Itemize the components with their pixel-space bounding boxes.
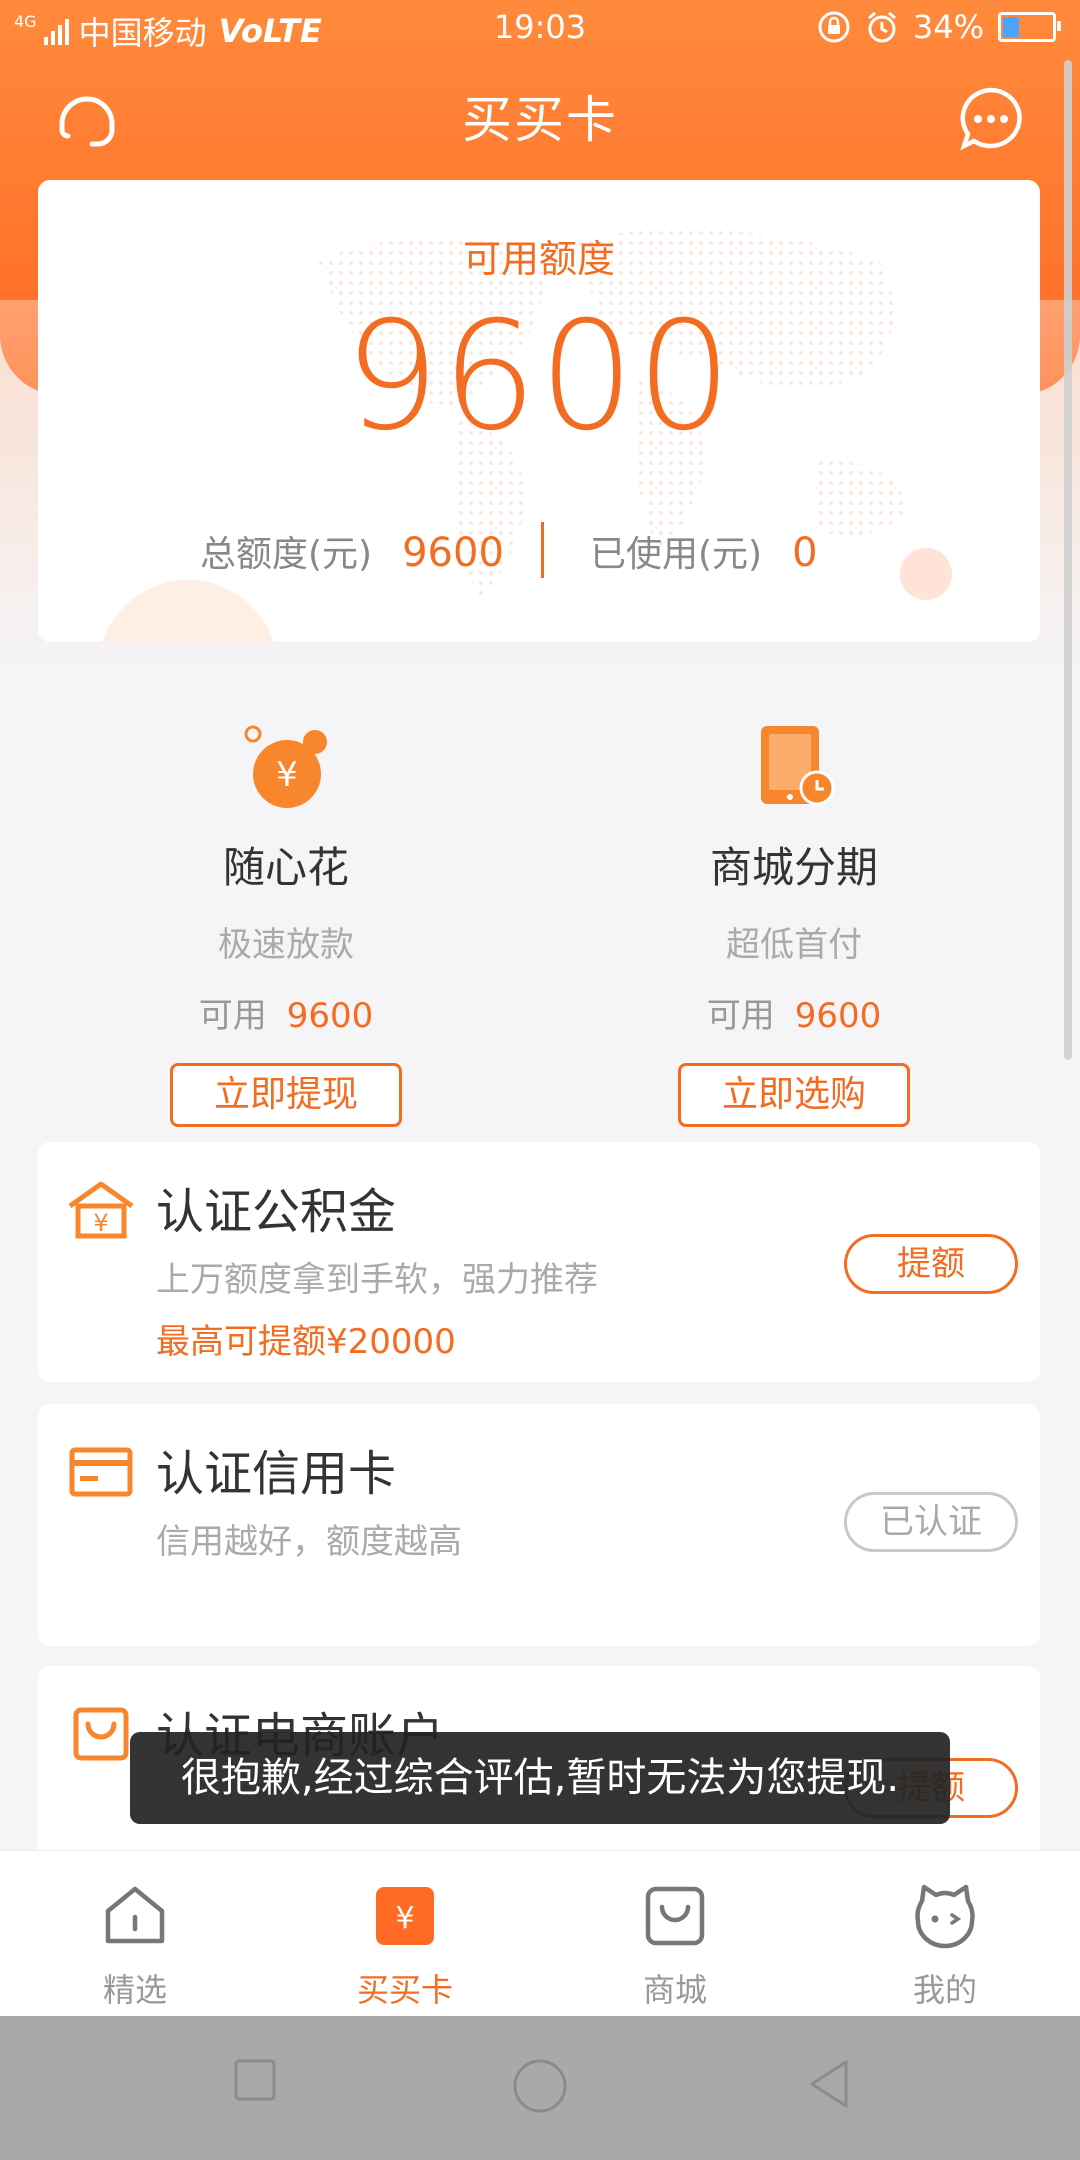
svg-text:¥: ¥ xyxy=(276,755,298,795)
available-label: 可用 xyxy=(198,996,267,1036)
raise-limit-button[interactable]: 提额 xyxy=(844,1234,1018,1294)
card-subtitle: 信用越好，额度越高 xyxy=(156,1522,462,1562)
toast-message: 很抱歉,经过综合评估,暂时无法为您提现. xyxy=(130,1732,950,1824)
shopping-bag-icon xyxy=(73,1707,129,1761)
tab-mall[interactable]: 商城 xyxy=(540,1881,810,2011)
decorative-circle xyxy=(900,548,952,600)
verified-button[interactable]: 已认证 xyxy=(844,1492,1018,1552)
card-yuan-icon: ¥ xyxy=(376,1887,434,1945)
tab-label: 我的 xyxy=(912,1971,977,2009)
used-credit-label: 已使用(元) xyxy=(590,534,763,575)
available-credit-amount: 9600 xyxy=(344,290,734,464)
card-highlight: 最高可提额¥20000 xyxy=(156,1322,456,1362)
page-title: 买买卡 xyxy=(462,91,618,149)
house-yuan-icon: ¥ xyxy=(68,1181,134,1239)
system-navigation-bar xyxy=(0,2016,1080,2160)
credit-card-icon xyxy=(69,1447,133,1497)
battery-percent: 34% xyxy=(912,8,984,46)
back-icon[interactable] xyxy=(806,2058,852,2110)
available-value: 9600 xyxy=(286,996,374,1036)
product-name: 随心花 xyxy=(222,843,349,892)
recent-apps-icon[interactable] xyxy=(233,2058,277,2102)
scrollbar[interactable] xyxy=(1064,60,1072,1060)
decorative-circle xyxy=(98,580,278,642)
card-title: 认证公积金 xyxy=(156,1184,397,1240)
product-suixinhua: ¥ 随心花 极速放款 可用 9600 立即提现 xyxy=(36,722,536,1127)
tab-label: 商城 xyxy=(642,1971,707,2009)
product-name: 商城分期 xyxy=(709,843,878,892)
tab-mine[interactable]: 我的 xyxy=(810,1881,1080,2011)
tablet-clock-icon xyxy=(761,726,835,806)
status-bar: 4G 中国移动 VoLTE 19:03 34% xyxy=(0,0,1080,56)
home-icon xyxy=(105,1886,165,1944)
total-credit-label: 总额度(元) xyxy=(200,534,373,575)
withdraw-now-button[interactable]: 立即提现 xyxy=(170,1063,402,1127)
svg-text:¥: ¥ xyxy=(395,1901,414,1936)
alarm-icon xyxy=(867,11,896,43)
total-credit: 总额度(元) 9600 xyxy=(200,525,504,577)
svg-text:¥: ¥ xyxy=(93,1209,108,1237)
card-subtitle: 上万额度拿到手软，强力推荐 xyxy=(156,1260,598,1300)
used-credit: 已使用(元) 0 xyxy=(590,525,818,577)
home-button-icon[interactable] xyxy=(512,2058,568,2114)
shop-now-button[interactable]: 立即选购 xyxy=(678,1063,910,1127)
stat-divider xyxy=(541,522,544,578)
product-desc: 极速放款 xyxy=(218,925,354,965)
available-label: 可用 xyxy=(706,996,775,1036)
product-installment: 商城分期 超低首付 可用 9600 立即选购 xyxy=(544,722,1044,1127)
tab-bar: 精选 ¥ 买买卡 商城 我的 xyxy=(0,1850,1080,2017)
card-credit-card[interactable]: 认证信用卡 信用越好，额度越高 已认证 xyxy=(38,1404,1040,1646)
tab-label: 精选 xyxy=(102,1971,167,2009)
rotation-lock-icon xyxy=(818,11,850,43)
total-credit-value: 9600 xyxy=(402,530,504,576)
battery-icon xyxy=(998,12,1061,42)
shopping-bag-icon xyxy=(645,1886,705,1946)
credit-card: 可用额度 9600 总额度(元) 9600 已使用(元) 0 xyxy=(38,180,1040,642)
card-housing-fund[interactable]: ¥ 认证公积金 上万额度拿到手软，强力推荐 最高可提额¥20000 提额 xyxy=(38,1142,1040,1382)
product-desc: 超低首付 xyxy=(726,925,862,965)
tab-label: 买买卡 xyxy=(356,1971,453,2009)
product-available: 可用 9600 xyxy=(36,988,536,1037)
card-title: 认证信用卡 xyxy=(156,1446,397,1502)
money-bag-icon: ¥ xyxy=(244,725,327,808)
tab-featured[interactable]: 精选 xyxy=(0,1881,270,2011)
cat-face-icon xyxy=(915,1884,975,1949)
tab-maimaika[interactable]: ¥ 买买卡 xyxy=(270,1881,540,2011)
product-available: 可用 9600 xyxy=(544,988,1044,1037)
message-icon[interactable] xyxy=(956,84,1026,154)
available-credit-label: 可用额度 xyxy=(462,237,615,281)
available-value: 9600 xyxy=(794,996,882,1036)
used-credit-value: 0 xyxy=(792,530,818,576)
